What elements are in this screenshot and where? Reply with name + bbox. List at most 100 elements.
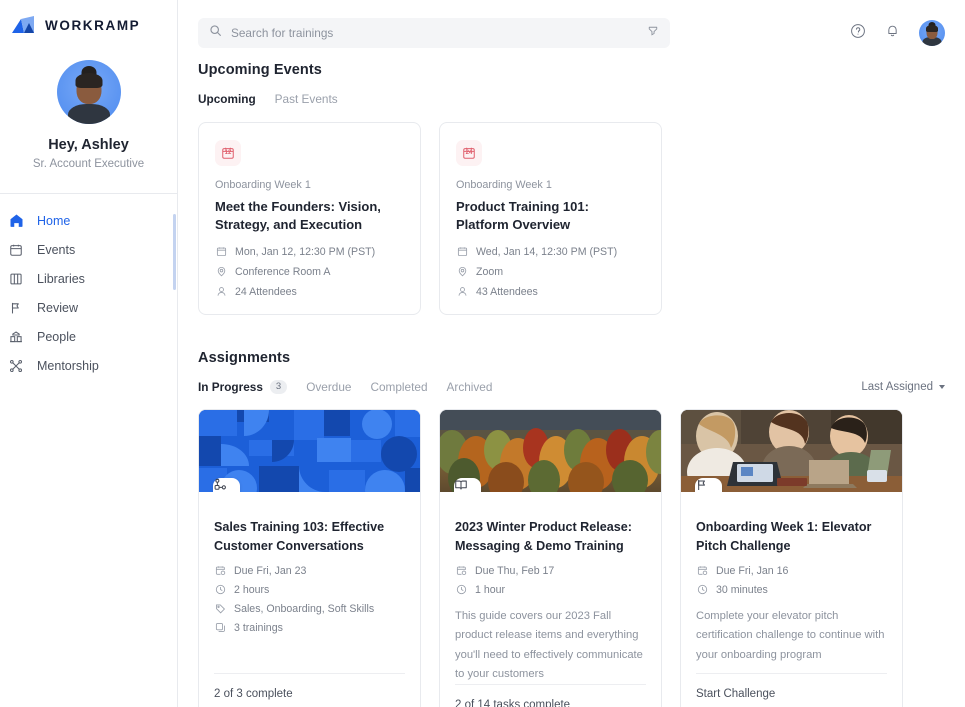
sidebar-item-home[interactable]: Home [0,206,177,235]
sidebar-item-review[interactable]: Review [0,293,177,322]
event-subtitle: Onboarding Week 1 [215,179,311,191]
due-date-row: Due Thu, Feb 17 [455,565,646,577]
assignment-meta: Due Fri, Jan 16 30 minutes [696,565,887,596]
tab-label: Archived [446,380,493,395]
tab-past-events[interactable]: Past Events [275,92,338,106]
duration-row: 30 minutes [696,584,887,596]
sidebar-item-mentorship[interactable]: Mentorship [0,351,177,380]
tab-completed[interactable]: Completed [370,380,427,394]
assignment-body: Onboarding Week 1: Elevator Pitch Challe… [681,492,902,707]
due-date: Due Thu, Feb 17 [475,564,555,577]
calendar-date-icon: 24 [456,140,482,166]
tab-overdue[interactable]: Overdue [306,380,351,394]
calendar-clock-icon [455,565,467,577]
assignment-footer[interactable]: Start Challenge [696,673,887,700]
sidebar-item-events[interactable]: Events [0,235,177,264]
bell-icon[interactable] [885,23,900,43]
help-circle-icon[interactable] [850,23,866,44]
events-tabs: Upcoming Past Events [198,92,945,106]
event-card[interactable]: 24 Onboarding Week 1 Product Training 10… [439,122,662,315]
tag-icon [214,603,226,615]
sidebar-item-label: Home [37,213,71,228]
assignment-meta: Due Fri, Jan 23 2 hours Sales, Onboardin… [214,565,405,634]
tab-label: Upcoming [198,92,256,106]
sidebar-item-libraries[interactable]: Libraries [0,264,177,293]
assignment-footer[interactable]: 2 of 14 tasks complete [455,684,646,707]
due-date: Due Fri, Jan 16 [716,564,789,577]
tags-row: Sales, Onboarding, Soft Skills [214,603,405,615]
avatar[interactable] [56,60,121,124]
location-pin-icon [456,266,468,278]
due-date: Due Fri, Jan 23 [234,564,307,577]
event-date: Wed, Jan 14, 12:30 PM (PST) [476,245,618,258]
event-location-row: Zoom [456,266,645,278]
filter-icon[interactable] [647,24,659,42]
sidebar-item-label: Libraries [37,271,85,286]
sidebar-item-people[interactable]: People [0,322,177,351]
path-hierarchy-icon [213,478,240,493]
trainings-count: 3 trainings [234,621,283,634]
assignment-meta: Due Thu, Feb 17 1 hour [455,565,646,596]
calendar-icon [456,246,468,258]
sidebar-nav: Home Events Libraries Review People Ment… [0,194,177,380]
people-icon [8,329,24,345]
sidebar-scrollbar[interactable] [173,214,176,290]
main-area: Upcoming Events Upcoming Past Events [178,0,965,707]
assignment-card[interactable]: 2023 Winter Product Release: Messaging &… [439,409,662,707]
sidebar-item-label: People [37,329,76,344]
tab-count-badge: 3 [269,379,288,395]
stacked-layers-icon [214,622,226,634]
event-attendees: 24 Attendees [235,285,297,298]
sidebar: WORKRAMP Hey, Ashley Sr. Account Executi… [0,0,178,707]
user-role: Sr. Account Executive [32,158,145,170]
search-input[interactable] [231,26,638,40]
calendar-date-icon: 12 [215,140,241,166]
search-bar[interactable] [198,18,670,48]
brand-logo[interactable]: WORKRAMP [0,0,177,34]
person-icon [456,286,468,298]
event-location: Zoom [476,265,504,278]
sidebar-item-label: Mentorship [37,358,99,373]
search-icon [209,24,222,42]
app-root: WORKRAMP Hey, Ashley Sr. Account Executi… [0,0,965,707]
event-attendees-row: 24 Attendees [215,286,404,298]
avatar[interactable] [919,20,945,46]
tab-upcoming[interactable]: Upcoming [198,92,256,106]
assignment-card[interactable]: Sales Training 103: Effective Customer C… [198,409,421,707]
event-date-row: Wed, Jan 14, 12:30 PM (PST) [456,246,645,258]
event-date-row: Mon, Jan 12, 12:30 PM (PST) [215,246,404,258]
event-attendees-row: 43 Attendees [456,286,645,298]
card-banner-people-laptops [681,410,902,493]
duration-row: 2 hours [214,584,405,596]
tab-archived[interactable]: Archived [447,380,493,394]
topbar-actions [850,20,947,46]
event-title: Product Training 101: Platform Overview [456,199,589,233]
event-meta: Wed, Jan 14, 12:30 PM (PST) Zoom 43 Atte… [456,246,645,298]
event-attendees: 43 Attendees [476,285,538,298]
event-card[interactable]: 12 Onboarding Week 1 Meet the Founders: … [198,122,421,315]
card-banner-blue-geometric [199,410,420,493]
sidebar-item-label: Events [37,242,76,257]
assignment-description: Complete your elevator pitch certificati… [696,609,885,661]
clock-icon [455,584,467,596]
tab-label: Past Events [274,92,338,106]
assignment-body: Sales Training 103: Effective Customer C… [199,492,420,707]
clock-icon [214,584,226,596]
greeting-text: Hey, Ashley [48,137,129,153]
assignment-card[interactable]: Onboarding Week 1: Elevator Pitch Challe… [680,409,903,707]
sort-dropdown[interactable]: Last Assigned [861,381,945,394]
assignment-cards: Sales Training 103: Effective Customer C… [198,409,945,707]
sort-label: Last Assigned [861,381,933,394]
chevron-down-icon [939,385,945,390]
home-icon [8,213,24,229]
tab-in-progress[interactable]: In Progress 3 [198,379,288,395]
due-date-row: Due Fri, Jan 23 [214,565,405,577]
tab-label: In Progress [198,380,263,395]
assignment-footer[interactable]: 2 of 3 complete [214,673,405,700]
flag-icon [8,300,24,316]
library-icon [8,271,24,287]
event-location-row: Conference Room A [215,266,404,278]
event-meta: Mon, Jan 12, 12:30 PM (PST) Conference R… [215,246,404,298]
trainings-row: 3 trainings [214,622,405,634]
duration: 30 minutes [716,583,768,596]
